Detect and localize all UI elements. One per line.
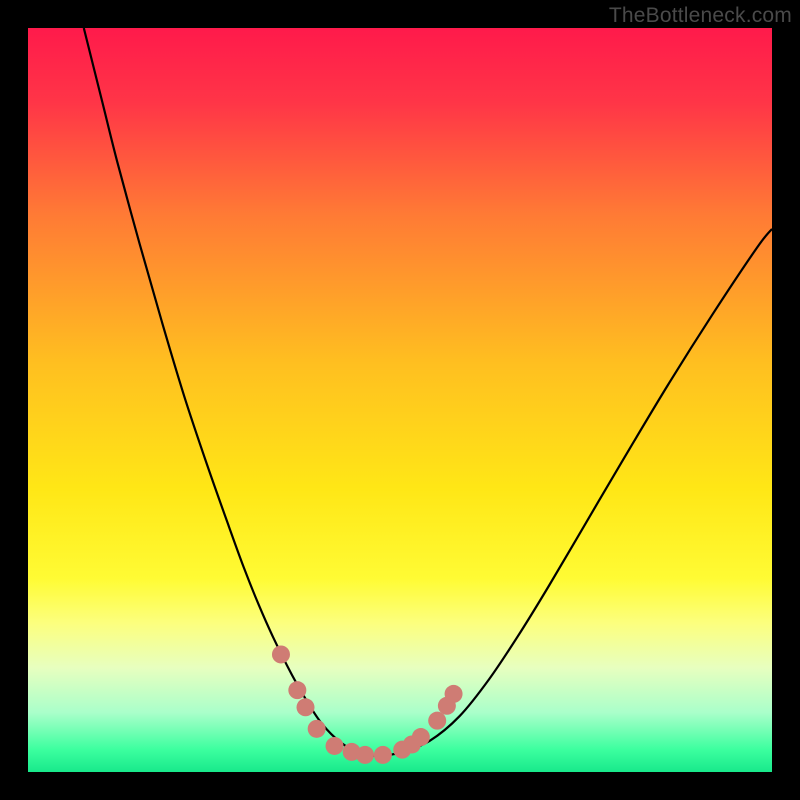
marker-point: [297, 698, 315, 716]
chart-frame: TheBottleneck.com: [0, 0, 800, 800]
marker-point: [428, 712, 446, 730]
marker-point: [308, 720, 326, 738]
marker-point: [288, 681, 306, 699]
marker-point: [326, 737, 344, 755]
plot-area: [28, 28, 772, 772]
watermark-text: TheBottleneck.com: [609, 4, 792, 28]
marker-point: [356, 746, 374, 764]
bottleneck-chart: [28, 28, 772, 772]
marker-point: [412, 728, 430, 746]
marker-point: [445, 685, 463, 703]
marker-point: [374, 746, 392, 764]
gradient-background: [28, 28, 772, 772]
marker-point: [272, 645, 290, 663]
